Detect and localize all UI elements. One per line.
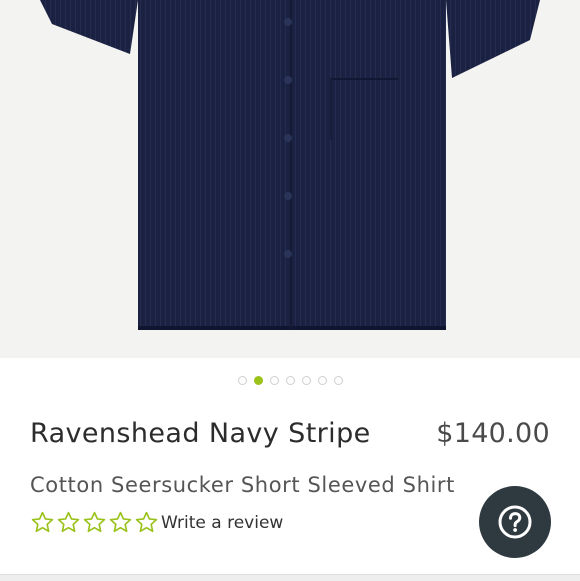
star-outline-icon[interactable] [82,510,107,535]
carousel-dot[interactable] [237,375,247,385]
carousel-dot[interactable] [333,375,343,385]
star-rating[interactable] [30,510,159,535]
help-button[interactable] [479,486,551,558]
carousel-dot-active[interactable] [253,375,263,385]
right-sleeve [446,0,540,78]
star-outline-icon[interactable] [134,510,159,535]
shirt-button [284,76,292,84]
carousel-dot[interactable] [269,375,279,385]
product-price: $140.00 [436,418,550,449]
star-outline-icon[interactable] [108,510,133,535]
shirt-button [284,192,292,200]
shirt-photo [40,0,540,330]
star-outline-icon[interactable] [56,510,81,535]
carousel-dot[interactable] [285,375,295,385]
star-outline-icon[interactable] [30,510,55,535]
question-mark-icon [498,505,532,539]
product-title: Ravenshead Navy Stripe [30,418,371,449]
product-description: Cotton Seersucker Short Sleeved Shirt [30,473,455,497]
carousel-indicators[interactable] [0,373,580,387]
carousel-dot[interactable] [301,375,311,385]
shirt-button [284,18,292,26]
rating-row: Write a review [30,510,283,535]
shirt-button [284,134,292,142]
left-sleeve [40,0,138,54]
shirt-button [284,250,292,258]
product-image[interactable] [0,0,580,358]
carousel-dot[interactable] [317,375,327,385]
write-review-link[interactable]: Write a review [161,513,283,533]
